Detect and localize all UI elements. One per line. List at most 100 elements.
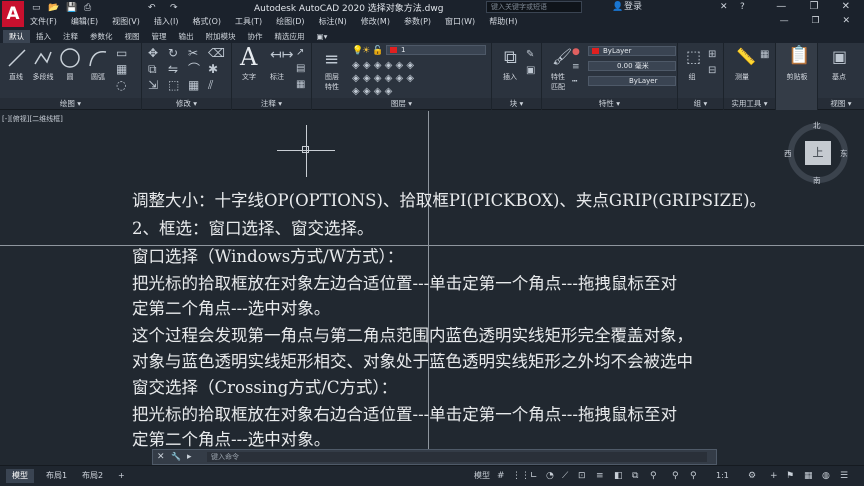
annotation-scale-icon[interactable]: ⚲ xyxy=(672,469,679,483)
rotate-icon[interactable]: ↻ xyxy=(168,47,178,59)
circle-tool-label[interactable]: 圆 xyxy=(60,72,80,82)
erase-icon[interactable]: ⌫ xyxy=(208,47,225,59)
layer-lock-icon[interactable]: 🔓 xyxy=(372,45,383,57)
measure-label[interactable]: 测量 xyxy=(730,72,754,82)
tab-addins[interactable]: 附加模块 xyxy=(200,30,242,43)
lineweight-toggle-icon[interactable]: ≡ xyxy=(596,469,604,483)
lineweight-dropdown[interactable]: 0.00 毫米 xyxy=(588,61,676,71)
menu-view[interactable]: 视图(V) xyxy=(112,16,140,28)
paste-icon[interactable]: 📋 xyxy=(788,47,810,65)
add-layout-button[interactable]: + xyxy=(112,469,131,483)
menu-edit[interactable]: 编辑(E) xyxy=(71,16,98,28)
layer-properties-icon[interactable]: ≡ xyxy=(324,51,339,69)
snap-icon[interactable]: ⋮⋮ xyxy=(512,469,530,483)
stretch-icon[interactable]: ⇲ xyxy=(148,79,158,91)
layer-tools-row1-icon[interactable]: ◈ ◈ ◈ ◈ ◈ ◈ xyxy=(352,60,414,72)
layer-properties-label-2[interactable]: 特性 xyxy=(320,82,344,92)
autocad-logo-icon[interactable]: A xyxy=(2,1,24,27)
tab-layout1[interactable]: 布局1 xyxy=(40,469,73,483)
redo-icon[interactable]: ↷ xyxy=(170,2,178,14)
command-arrow-icon[interactable]: ▸ xyxy=(187,451,192,463)
array-icon[interactable]: ▦ xyxy=(188,79,199,91)
table-icon[interactable]: ▤ xyxy=(296,63,305,75)
modify-panel-title[interactable]: 修改 ▾ xyxy=(142,98,231,109)
transparency-icon[interactable]: ◧ xyxy=(614,469,623,483)
menu-help[interactable]: 帮助(H) xyxy=(489,16,517,28)
viewcube-east[interactable]: 东 xyxy=(840,148,848,159)
search-input[interactable]: 键入关键字或短语 xyxy=(486,1,582,13)
leader-icon[interactable]: ↗ xyxy=(296,47,304,59)
annotation-monitor-plus-icon[interactable]: + xyxy=(770,469,778,483)
explode-icon[interactable]: ✱ xyxy=(208,63,218,75)
scale-dropdown[interactable]: 1:1 xyxy=(716,469,729,483)
insert-block-icon[interactable]: ⧉ xyxy=(504,49,517,67)
tab-default[interactable]: 默认 xyxy=(3,30,30,43)
move-icon[interactable]: ✥ xyxy=(148,47,158,59)
grid-icon[interactable]: # xyxy=(497,469,505,483)
dimension-tool-label[interactable]: 标注 xyxy=(266,72,288,82)
utilities-panel-title[interactable]: 实用工具 ▾ xyxy=(724,98,775,109)
auto-scale-icon[interactable]: ⚲ xyxy=(690,469,697,483)
hatch-icon[interactable]: ▦ xyxy=(116,63,127,75)
tab-insert[interactable]: 插入 xyxy=(30,30,57,43)
quick-properties-icon[interactable]: ▦ xyxy=(804,469,813,483)
menu-draw[interactable]: 绘图(D) xyxy=(276,16,304,28)
view-panel-title[interactable]: 视图 ▾ xyxy=(818,98,864,109)
workspace-gear-icon[interactable]: ⚙ xyxy=(748,469,756,483)
layer-dropdown[interactable]: 1 xyxy=(386,45,486,55)
undo-icon[interactable]: ↶ xyxy=(148,2,156,14)
viewcube-top-face[interactable]: 上 xyxy=(805,141,831,165)
open-file-icon[interactable]: 📂 xyxy=(48,2,59,14)
circle-icon[interactable] xyxy=(59,47,81,69)
tab-featured-apps[interactable]: 精选应用 xyxy=(269,30,311,43)
tab-more[interactable]: ▣▾ xyxy=(311,30,334,43)
drawing-canvas[interactable]: [-][俯视][二维线框] 调整大小：十字线OP(OPTIONS)、拾取框PI(… xyxy=(0,111,864,464)
menu-window[interactable]: 窗口(W) xyxy=(445,16,475,28)
properties-panel-title[interactable]: 特性 ▾ xyxy=(542,98,677,109)
linetype-dropdown[interactable]: ByLayer xyxy=(588,76,676,86)
scale-icon[interactable]: ⬚ xyxy=(168,79,179,91)
block-panel-title[interactable]: 块 ▾ xyxy=(492,98,541,109)
measure-icon[interactable]: 📏 xyxy=(736,49,756,65)
tab-annotate[interactable]: 注释 xyxy=(57,30,84,43)
ungroup-icon[interactable]: ⊞ xyxy=(708,49,716,61)
base-view-label[interactable]: 基点 xyxy=(826,72,852,82)
layers-panel-title[interactable]: 图层 ▾ xyxy=(312,98,491,109)
viewcube-west[interactable]: 西 xyxy=(784,148,792,159)
text-tool-label[interactable]: 文字 xyxy=(238,72,260,82)
document-controls[interactable]: — ❐ ✕ xyxy=(780,16,860,26)
selection-cycling-icon[interactable]: ⧉ xyxy=(632,469,638,483)
annotation-more-icon[interactable]: ▦ xyxy=(296,79,305,91)
polyline-icon[interactable] xyxy=(33,48,53,68)
tab-model[interactable]: 模型 xyxy=(6,469,34,483)
color-wheel-icon[interactable]: ● xyxy=(572,46,580,58)
layer-tools-row2-icon[interactable]: ◈ ◈ ◈ ◈ ◈ ◈ xyxy=(352,73,414,85)
customization-menu-icon[interactable]: ☰ xyxy=(840,469,848,483)
mirror-icon[interactable]: ⇋ xyxy=(168,63,178,75)
help-icon[interactable]: ? xyxy=(740,1,745,13)
new-file-icon[interactable]: ▭ xyxy=(32,2,41,14)
match-properties-icon[interactable]: 🖌 xyxy=(552,49,572,65)
model-space-button[interactable]: 模型 xyxy=(474,469,490,483)
menu-parametric[interactable]: 参数(P) xyxy=(404,16,431,28)
calculator-icon[interactable]: ▦ xyxy=(760,49,769,61)
tab-layout2[interactable]: 布局2 xyxy=(76,469,109,483)
group-edit-icon[interactable]: ⊟ xyxy=(708,65,716,77)
arc-tool-label[interactable]: 圆弧 xyxy=(84,72,112,82)
trim-icon[interactable]: ✂ xyxy=(188,47,198,59)
save-icon[interactable]: 💾 xyxy=(66,2,77,14)
match-properties-label[interactable]: 特性 xyxy=(546,72,570,82)
tab-output[interactable]: 输出 xyxy=(173,30,200,43)
window-controls[interactable]: — ❐ ✕ xyxy=(776,1,860,12)
dimension-icon[interactable]: ↤↦ xyxy=(270,48,293,62)
base-view-icon[interactable]: ▣ xyxy=(832,49,847,65)
units-icon[interactable]: ⚑ xyxy=(786,469,794,483)
tab-parametric[interactable]: 参数化 xyxy=(84,30,119,43)
copy-icon[interactable]: ⧉ xyxy=(148,63,157,75)
ortho-icon[interactable]: ∟ xyxy=(530,469,538,483)
group-label[interactable]: 组 xyxy=(682,72,702,82)
polar-icon[interactable]: ◔ xyxy=(546,469,554,483)
command-input[interactable]: 键入命令 xyxy=(207,452,707,462)
viewcube-north[interactable]: 北 xyxy=(813,120,821,131)
isolate-objects-icon[interactable]: ◍ xyxy=(822,469,830,483)
